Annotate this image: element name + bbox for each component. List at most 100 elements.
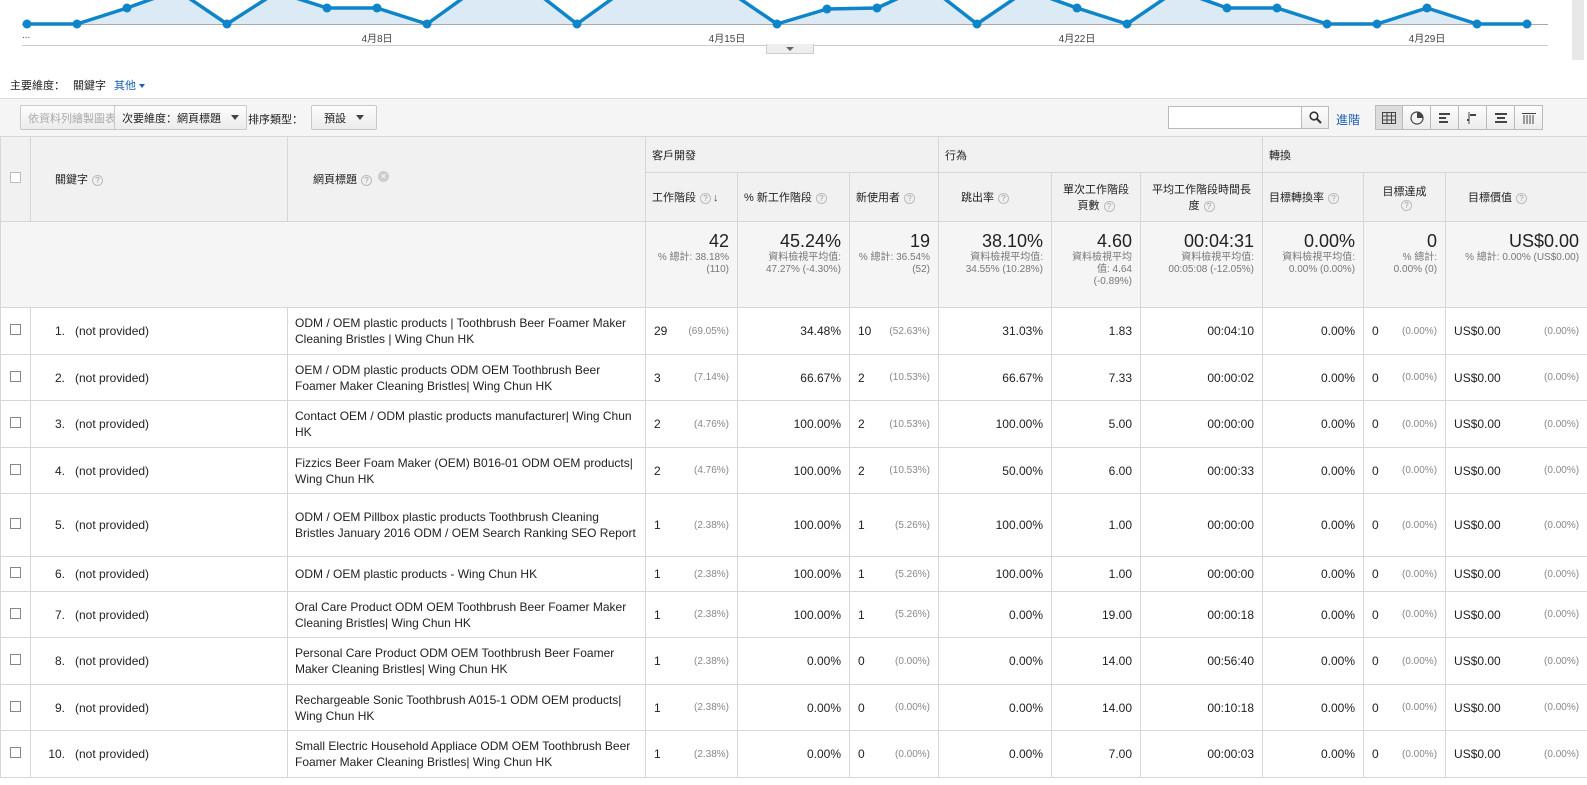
keyword-link[interactable]: (not provided)	[75, 654, 149, 668]
help-icon[interactable]: ?	[1401, 199, 1413, 211]
chart-point[interactable]	[72, 19, 82, 29]
help-icon[interactable]: ?	[904, 192, 915, 204]
chart-point[interactable]	[1222, 3, 1232, 13]
chart-point[interactable]	[872, 3, 882, 13]
chart-point[interactable]	[1372, 19, 1382, 29]
select-all-checkbox[interactable]	[10, 172, 21, 183]
chart-point[interactable]	[772, 19, 782, 29]
chart-point[interactable]	[1422, 3, 1432, 13]
chart-point[interactable]	[422, 19, 432, 29]
chart-point[interactable]	[1472, 19, 1482, 29]
column-pages-per-session[interactable]: 單次工作階段頁數?	[1051, 172, 1141, 222]
column-avg-duration[interactable]: 平均工作階段時間長度?	[1139, 172, 1264, 222]
chart-point[interactable]	[22, 19, 32, 29]
page-title-link[interactable]: Rechargeable Sonic Toothbrush A015-1 ODM…	[295, 693, 621, 723]
column-sessions[interactable]: 工作階段? ↓	[645, 172, 738, 222]
pie-view-icon	[1409, 110, 1424, 125]
row-checkbox[interactable]	[10, 463, 21, 475]
dimension-other[interactable]: 其他	[114, 77, 145, 93]
chart-point[interactable]	[1322, 19, 1332, 29]
page-title-link[interactable]: Contact OEM / ODM plastic products manuf…	[295, 409, 632, 439]
keyword-link[interactable]: (not provided)	[75, 701, 149, 715]
page-title-link[interactable]: Fizzics Beer Foam Maker (OEM) B016-01 OD…	[295, 456, 633, 486]
help-icon[interactable]: ?	[1203, 200, 1215, 212]
help-icon[interactable]: ?	[1103, 200, 1115, 212]
keyword-link[interactable]: (not provided)	[75, 324, 149, 338]
keyword-link[interactable]: (not provided)	[75, 371, 149, 385]
help-icon[interactable]: ?	[92, 174, 103, 186]
column-bounce-rate[interactable]: 跳出率?	[938, 172, 1052, 222]
search-button[interactable]	[1301, 106, 1329, 129]
column-goal-completions[interactable]: 目標達成?	[1363, 172, 1447, 222]
plot-rows-button[interactable]: 依資料列繪製圖表	[20, 105, 124, 130]
help-icon[interactable]: ?	[1328, 192, 1340, 204]
row-checkbox[interactable]	[10, 747, 21, 758]
chart-point[interactable]	[972, 19, 982, 29]
column-goal-conv-rate[interactable]: 目標轉換率?	[1262, 172, 1365, 222]
chart-point[interactable]	[572, 19, 582, 29]
chart-point[interactable]	[1122, 19, 1132, 29]
keyword-link[interactable]: (not provided)	[75, 608, 149, 622]
column-keyword[interactable]: 關鍵字?	[30, 136, 288, 222]
goal-completions-pct: (0.00%)	[1402, 748, 1438, 760]
keyword-link[interactable]: (not provided)	[75, 518, 149, 532]
page-title-link[interactable]: ODM / OEM Pillbox plastic products Tooth…	[295, 510, 636, 540]
keyword-link[interactable]: (not provided)	[75, 417, 149, 431]
pivot-view-button[interactable]	[1515, 105, 1543, 130]
dimension-keyword[interactable]: 關鍵字	[73, 77, 106, 93]
row-checkbox[interactable]	[10, 518, 21, 529]
chart-point[interactable]	[1522, 19, 1532, 29]
performance-view-button[interactable]	[1431, 105, 1459, 130]
chart-collapse-toggle[interactable]	[766, 44, 814, 54]
compare-view-button[interactable]	[1459, 105, 1487, 130]
chart-point[interactable]	[322, 3, 332, 13]
chart-point[interactable]	[372, 3, 382, 13]
bounce-rate-cell: 66.67%	[938, 354, 1052, 401]
chart-point[interactable]	[122, 3, 132, 13]
row-checkbox[interactable]	[10, 700, 21, 712]
table-search-input[interactable]	[1168, 106, 1302, 129]
page-title-link[interactable]: Personal Care Product ODM OEM Toothbrush…	[295, 646, 614, 676]
column-goal-value[interactable]: 目標價值?	[1445, 172, 1587, 222]
row-checkbox[interactable]	[10, 324, 21, 335]
chart-point[interactable]	[1072, 3, 1082, 13]
sort-type-dropdown[interactable]: 預設	[311, 105, 377, 130]
term-cloud-button[interactable]	[1487, 105, 1515, 130]
page-title-link[interactable]: ODM / OEM plastic products | Toothbrush …	[295, 316, 626, 346]
keyword-link[interactable]: (not provided)	[75, 464, 149, 478]
help-icon[interactable]: ?	[998, 192, 1009, 204]
secondary-dimension-dropdown[interactable]: 次要維度：網頁標題	[114, 105, 247, 130]
row-checkbox[interactable]	[10, 607, 21, 619]
column-new-sessions[interactable]: % 新工作階段?	[737, 172, 850, 222]
row-select-cell	[0, 637, 31, 685]
chart-point[interactable]	[1272, 3, 1282, 13]
row-checkbox[interactable]	[10, 370, 21, 382]
row-checkbox[interactable]	[10, 654, 21, 665]
row-checkbox[interactable]	[10, 417, 21, 428]
total-new-users-sub: % 總計: 36.54% (52)	[858, 252, 930, 275]
chart-point[interactable]	[222, 19, 232, 29]
column-page-title[interactable]: 網頁標題? ✕	[287, 136, 646, 222]
goal-value-pct: (0.00%)	[1544, 372, 1580, 383]
keyword-link[interactable]: (not provided)	[75, 567, 149, 581]
advanced-filter-link[interactable]: 進階	[1336, 111, 1360, 128]
help-icon[interactable]: ?	[361, 174, 372, 186]
remove-dimension-icon[interactable]: ✕	[378, 171, 389, 182]
column-new-users[interactable]: 新使用者?	[849, 172, 939, 222]
sessions-value: 3	[654, 370, 661, 385]
page-title-link[interactable]: Small Electric Household Appliace ODM OE…	[295, 739, 630, 769]
pie-view-button[interactable]	[1403, 105, 1431, 130]
help-icon[interactable]: ?	[700, 192, 711, 204]
help-icon[interactable]: ?	[1516, 192, 1528, 204]
help-icon[interactable]: ?	[815, 192, 827, 204]
page-title-link[interactable]: OEM / ODM plastic products ODM OEM Tooth…	[295, 363, 600, 393]
goal-value-value: US$0.00	[1454, 747, 1501, 761]
page-title-link[interactable]: ODM / OEM plastic products - Wing Chun H…	[295, 567, 537, 581]
scrollbar[interactable]	[1572, 0, 1584, 60]
row-checkbox[interactable]	[10, 567, 21, 578]
table-view-button[interactable]	[1375, 105, 1403, 130]
page-title-link[interactable]: Oral Care Product ODM OEM Toothbrush Bee…	[295, 600, 626, 630]
new-sessions-cell: 66.67%	[737, 354, 850, 401]
chart-point[interactable]	[822, 4, 832, 14]
keyword-link[interactable]: (not provided)	[75, 747, 149, 761]
